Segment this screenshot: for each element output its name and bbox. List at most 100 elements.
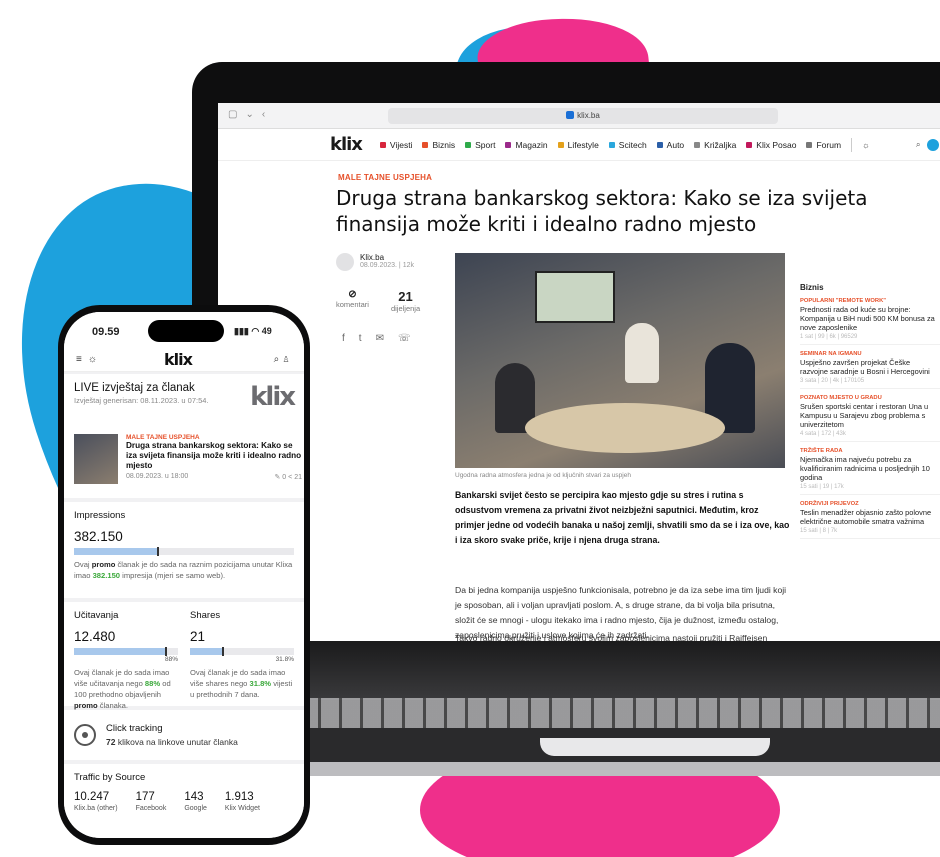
sidebar-item-kicker: TRŽIŠTE RADA <box>800 448 843 454</box>
comments-icon: ✎ <box>274 474 281 481</box>
nav-item-biznis[interactable]: Biznis <box>422 140 455 150</box>
nav-item-vijesti[interactable]: Vijesti <box>379 140 412 150</box>
article-kicker[interactable]: MALE TAJNE USPJEHA <box>338 173 432 182</box>
menu-icon[interactable]: ≡ <box>76 354 82 365</box>
search-icon[interactable]: ⌕ <box>274 354 280 365</box>
laptop-keyboard <box>300 698 940 728</box>
user-icon[interactable]: ♙ <box>282 354 290 365</box>
site-nav: klix Vijesti Biznis Sport Magazin Lifest… <box>218 129 940 161</box>
nav-item-klix-posao[interactable]: Klix Posao <box>746 140 796 150</box>
traffic-value: 10.247 <box>74 791 110 803</box>
category-square-icon <box>608 141 615 148</box>
loads-bar-marker <box>164 647 167 656</box>
article-photo <box>455 253 785 468</box>
sidebar-item-kicker: ODRŽIVIJI PRIJEVOZ <box>800 501 859 507</box>
url-text: klix.ba <box>577 111 600 120</box>
category-square-icon <box>746 141 753 148</box>
impressions-card: Impressions 382.150 Ovaj promo članak je… <box>64 502 304 598</box>
theme-toggle-icon[interactable]: ☼ <box>862 140 870 150</box>
laptop-trackpad <box>540 738 770 756</box>
note-text: impresija (mjeri se samo web). <box>120 571 226 580</box>
sidebar-item-kicker: POZNATO MJESTO U GRADU <box>800 395 882 401</box>
article-paragraph: Takvo radno okruženje i atmosferu svojim… <box>455 633 768 641</box>
category-square-icon <box>379 141 386 148</box>
traffic-title: Traffic by Source <box>74 772 146 783</box>
phone-logo[interactable]: klix <box>164 350 193 369</box>
impressions-title: Impressions <box>74 510 126 521</box>
traffic-source: 143 Google <box>184 791 207 812</box>
viber-icon[interactable]: ☏ <box>398 333 411 344</box>
favicon-icon <box>566 111 575 119</box>
theme-toggle-icon[interactable]: ☼ <box>88 354 97 365</box>
twitter-icon[interactable]: t <box>359 333 362 344</box>
sidebar-toggle-icon[interactable]: ▢ <box>228 109 237 120</box>
loads-shares-card: Učitavanja 12.480 88% Ovaj članak je do … <box>64 602 304 710</box>
email-icon[interactable]: ✉ <box>376 333 384 344</box>
photo-table <box>525 403 725 453</box>
click-tracking-title: Click tracking <box>106 723 163 734</box>
click-text: klikova na linkove unutar članka <box>115 737 238 747</box>
photo-caption: Ugodna radna atmosfera jedna je od ključ… <box>455 472 631 479</box>
category-square-icon <box>806 141 813 148</box>
author-name[interactable]: Klix.ba <box>360 253 414 262</box>
report-article-card[interactable]: MALE TAJNE USPJEHA Druga strana bankarsk… <box>64 426 304 498</box>
sidebar-item[interactable]: TRŽIŠTE RADA Njemačka ima najveću potreb… <box>800 448 940 495</box>
article-date: 08.09.2023. <box>360 262 397 269</box>
shares-bar-marker <box>222 647 225 656</box>
article-title: Druga strana bankarskog sektora: Kako se… <box>336 186 868 236</box>
sidebar-item[interactable]: SEMINAR NA IGMANU Uspješno završen proje… <box>800 351 940 389</box>
article-stats: ⊘ komentari 21 dijeljenja <box>336 289 420 313</box>
sidebar-item[interactable]: POZNATO MJESTO U GRADU Srušen sportski c… <box>800 395 940 442</box>
sidebar-item-title: Srušen sportski centar i restoran Una u … <box>800 402 929 429</box>
category-square-icon <box>505 141 512 148</box>
note-text: članaka. <box>97 701 129 710</box>
nav-item-sport[interactable]: Sport <box>465 140 495 150</box>
traffic-label: Klix Widget <box>224 805 260 812</box>
chevron-down-icon[interactable]: ⌄ <box>245 109 253 120</box>
user-avatar-icon[interactable] <box>926 138 939 151</box>
sidebar-item[interactable]: POPULARNI "REMOTE WORK" Prednosti rada o… <box>800 298 940 345</box>
nav-item-magazin[interactable]: Magazin <box>505 140 548 150</box>
live-report-header: LIVE izvještaj za članak Izvještaj gener… <box>64 374 304 426</box>
traffic-label: Google <box>184 805 207 812</box>
shares-value: 21 <box>190 629 206 644</box>
traffic-label: Klix.ba (other) <box>74 805 118 812</box>
nav-item-lifestyle[interactable]: Lifestyle <box>557 140 599 150</box>
note-bold: promo <box>74 701 98 710</box>
nav-item-auto[interactable]: Auto <box>656 140 684 150</box>
note-highlight: 31.8% <box>249 679 272 688</box>
traffic-value: 143 <box>184 791 204 803</box>
loads-column: Učitavanja 12.480 88% Ovaj članak je do … <box>74 610 178 710</box>
nav-item-krizaljka[interactable]: Križaljka <box>694 140 736 150</box>
laptop-base-edge <box>245 762 940 776</box>
nav-item-forum[interactable]: Forum <box>806 140 841 150</box>
sidebar-item[interactable]: ODRŽIVIJI PRIJEVOZ Teslin menadžer objas… <box>800 501 940 539</box>
click-tracking-card[interactable]: Click tracking 72 klikova na linkove unu… <box>64 710 304 760</box>
traffic-source: 10.247 Klix.ba (other) <box>74 791 118 812</box>
back-icon[interactable]: ‹ <box>262 109 265 120</box>
loads-value: 12.480 <box>74 629 116 644</box>
comments-stat[interactable]: ⊘ komentari <box>336 289 369 313</box>
sidebar-title: Biznis <box>800 283 824 292</box>
author-avatar <box>336 253 354 271</box>
photo-presentation-screen <box>535 271 615 323</box>
note-bold: promo <box>91 560 116 569</box>
search-icon[interactable]: ⌕ <box>916 139 921 150</box>
traffic-source-card: Traffic by Source 10.247 Klix.ba (other) … <box>64 764 304 838</box>
impressions-bar-marker <box>156 547 159 556</box>
sidebar-item-title: Njemačka ima najveću potrebu za kvalific… <box>800 455 930 482</box>
traffic-source: 1.913 Klix Widget <box>225 791 260 812</box>
category-square-icon <box>422 141 429 148</box>
sidebar-item-title: Prednosti rada od kuće su brojne: Kompan… <box>800 305 935 332</box>
loads-bar <box>74 647 178 656</box>
status-time: 09.59 <box>92 326 120 338</box>
facebook-icon[interactable]: f <box>342 333 345 344</box>
address-bar[interactable]: klix.ba <box>388 108 778 124</box>
nav-item-scitech[interactable]: Scitech <box>608 140 647 150</box>
article-date: 08.09.2023. u 18:00 <box>126 473 189 480</box>
site-logo[interactable]: klix <box>330 134 363 155</box>
browser-chrome: ▢ ⌄ ‹ klix.ba <box>218 103 940 129</box>
sidebar-item-kicker: SEMINAR NA IGMANU <box>800 351 862 357</box>
article-thumbnail <box>74 434 118 484</box>
traffic-source: 177 Facebook <box>136 791 167 812</box>
